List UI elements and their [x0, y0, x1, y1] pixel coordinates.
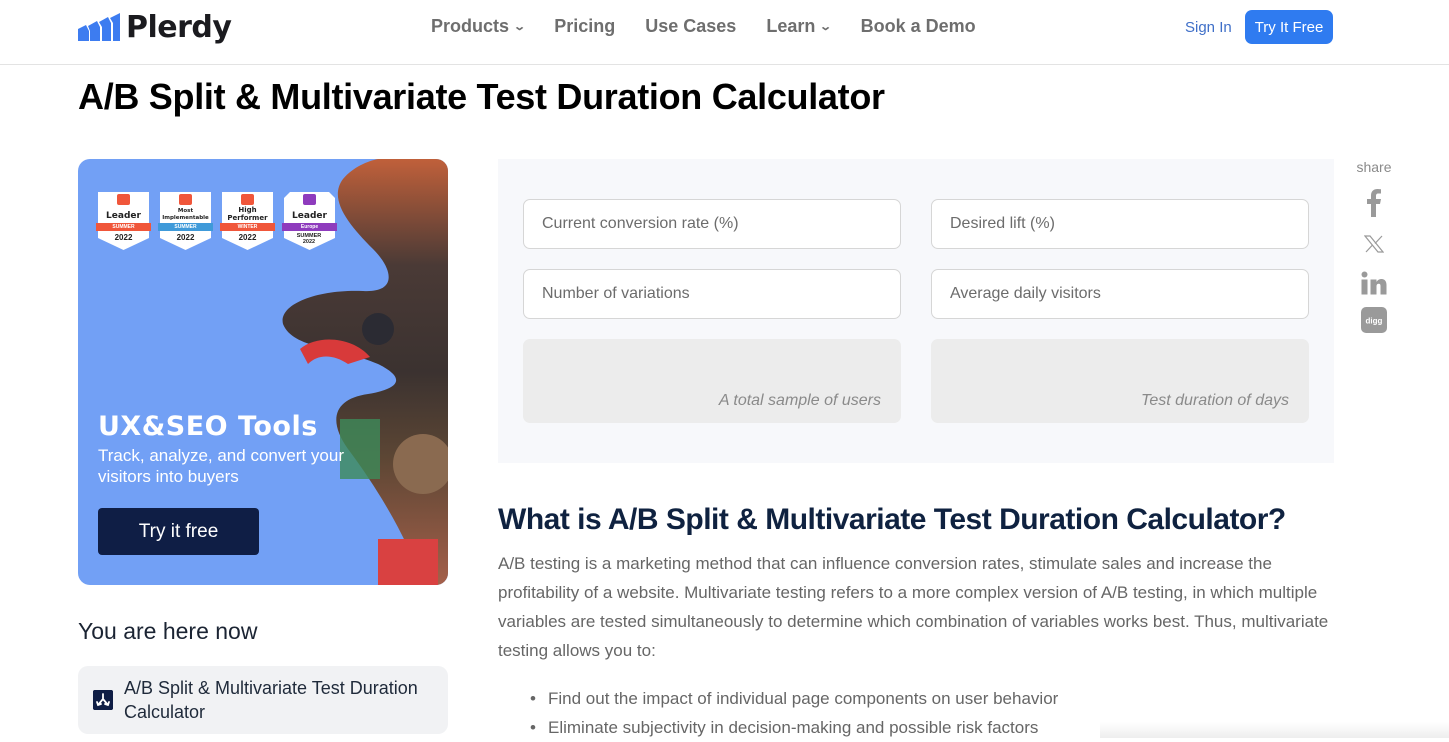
current-tool-card[interactable]: A/B Split & Multivariate Test Duration C…: [78, 666, 448, 734]
article-heading: What is A/B Split & Multivariate Test Du…: [498, 503, 1286, 536]
badge-year: SUMMER 2022: [296, 233, 322, 245]
badge-title: Most Implementable: [162, 208, 209, 221]
badge-ribbon: SUMMER: [96, 223, 151, 231]
desired-lift-input[interactable]: [931, 199, 1309, 249]
site-header: Plerdy Products ⌄ Pricing Use Cases Lear…: [0, 0, 1449, 65]
badge-year: 2022: [114, 233, 133, 242]
nav-label: Pricing: [554, 16, 616, 36]
article-bullets: Find out the impact of individual page c…: [530, 684, 1058, 742]
nav-label: Book a Demo: [860, 16, 976, 36]
g2-badge: High Performer WINTER 2022: [220, 192, 275, 250]
x-twitter-icon[interactable]: [1364, 235, 1384, 253]
linkedin-icon[interactable]: [1361, 271, 1387, 295]
test-duration-result: Test duration of days: [931, 339, 1309, 423]
result-label: A total sample of users: [718, 392, 881, 409]
promo-try-free-button[interactable]: Try it free: [98, 508, 259, 555]
digg-icon[interactable]: digg: [1361, 307, 1387, 333]
g2-badges: Leader SUMMER 2022 Most Implementable SU…: [96, 192, 337, 250]
g2-badge: Leader Europe SUMMER 2022: [282, 192, 337, 250]
promo-subtitle: Track, analyze, and convert your visitor…: [98, 446, 344, 486]
badge-year: 2022: [176, 233, 195, 242]
article-paragraph: A/B testing is a marketing method that c…: [498, 554, 1329, 660]
current-tool-label: A/B Split & Multivariate Test Duration C…: [124, 678, 418, 722]
promo-banner[interactable]: Leader SUMMER 2022 Most Implementable SU…: [78, 159, 448, 585]
chevron-down-icon: ⌄: [819, 21, 833, 33]
logo-text: Plerdy: [126, 10, 232, 45]
badge-year: 2022: [238, 233, 257, 242]
badge-ribbon: Europe: [282, 223, 337, 231]
page-title: A/B Split & Multivariate Test Duration C…: [78, 76, 885, 117]
facebook-icon[interactable]: [1366, 189, 1382, 217]
sign-in-link[interactable]: Sign In: [1185, 19, 1232, 36]
share-bar: share digg: [1354, 159, 1394, 333]
nav-use-cases[interactable]: Use Cases: [645, 16, 736, 37]
nav-label: Use Cases: [645, 16, 737, 36]
nav-book-demo[interactable]: Book a Demo: [861, 16, 976, 37]
badge-title: Leader: [292, 211, 327, 221]
g2-badge: Leader SUMMER 2022: [96, 192, 151, 250]
logo[interactable]: Plerdy: [78, 10, 232, 45]
share-label: share: [1356, 159, 1392, 175]
daily-visitors-input[interactable]: [931, 269, 1309, 319]
scroll-fade: [1100, 722, 1449, 738]
split-arrows-icon: [93, 690, 113, 710]
plerdy-logo-icon: [78, 12, 120, 41]
nav-label: Learn: [766, 16, 816, 36]
badge-title: High Performer: [227, 206, 268, 222]
bullet-item: Find out the impact of individual page c…: [530, 684, 1058, 713]
promo-title: UX&SEO Tools: [98, 411, 318, 442]
chevron-down-icon: ⌄: [513, 21, 527, 33]
nav-learn[interactable]: Learn ⌄: [766, 16, 833, 37]
result-label: Test duration of days: [1141, 392, 1289, 409]
conversion-rate-input[interactable]: [523, 199, 901, 249]
calculator-panel: A total sample of users Test duration of…: [498, 159, 1334, 463]
variations-input[interactable]: [523, 269, 901, 319]
total-sample-result: A total sample of users: [523, 339, 901, 423]
nav-label: Products: [431, 16, 510, 36]
badge-title: Leader: [106, 211, 141, 221]
badge-ribbon: SUMMER: [158, 223, 213, 231]
badge-ribbon: WINTER: [220, 223, 275, 231]
g2-badge: Most Implementable SUMMER 2022: [158, 192, 213, 250]
nav-pricing[interactable]: Pricing: [554, 16, 615, 37]
nav-products[interactable]: Products ⌄: [431, 16, 527, 37]
main-nav: Products ⌄ Pricing Use Cases Learn ⌄ Boo…: [431, 16, 1006, 37]
try-it-free-button[interactable]: Try It Free: [1245, 10, 1333, 44]
svg-text:digg: digg: [1366, 317, 1383, 326]
you-are-here-heading: You are here now: [78, 618, 258, 644]
